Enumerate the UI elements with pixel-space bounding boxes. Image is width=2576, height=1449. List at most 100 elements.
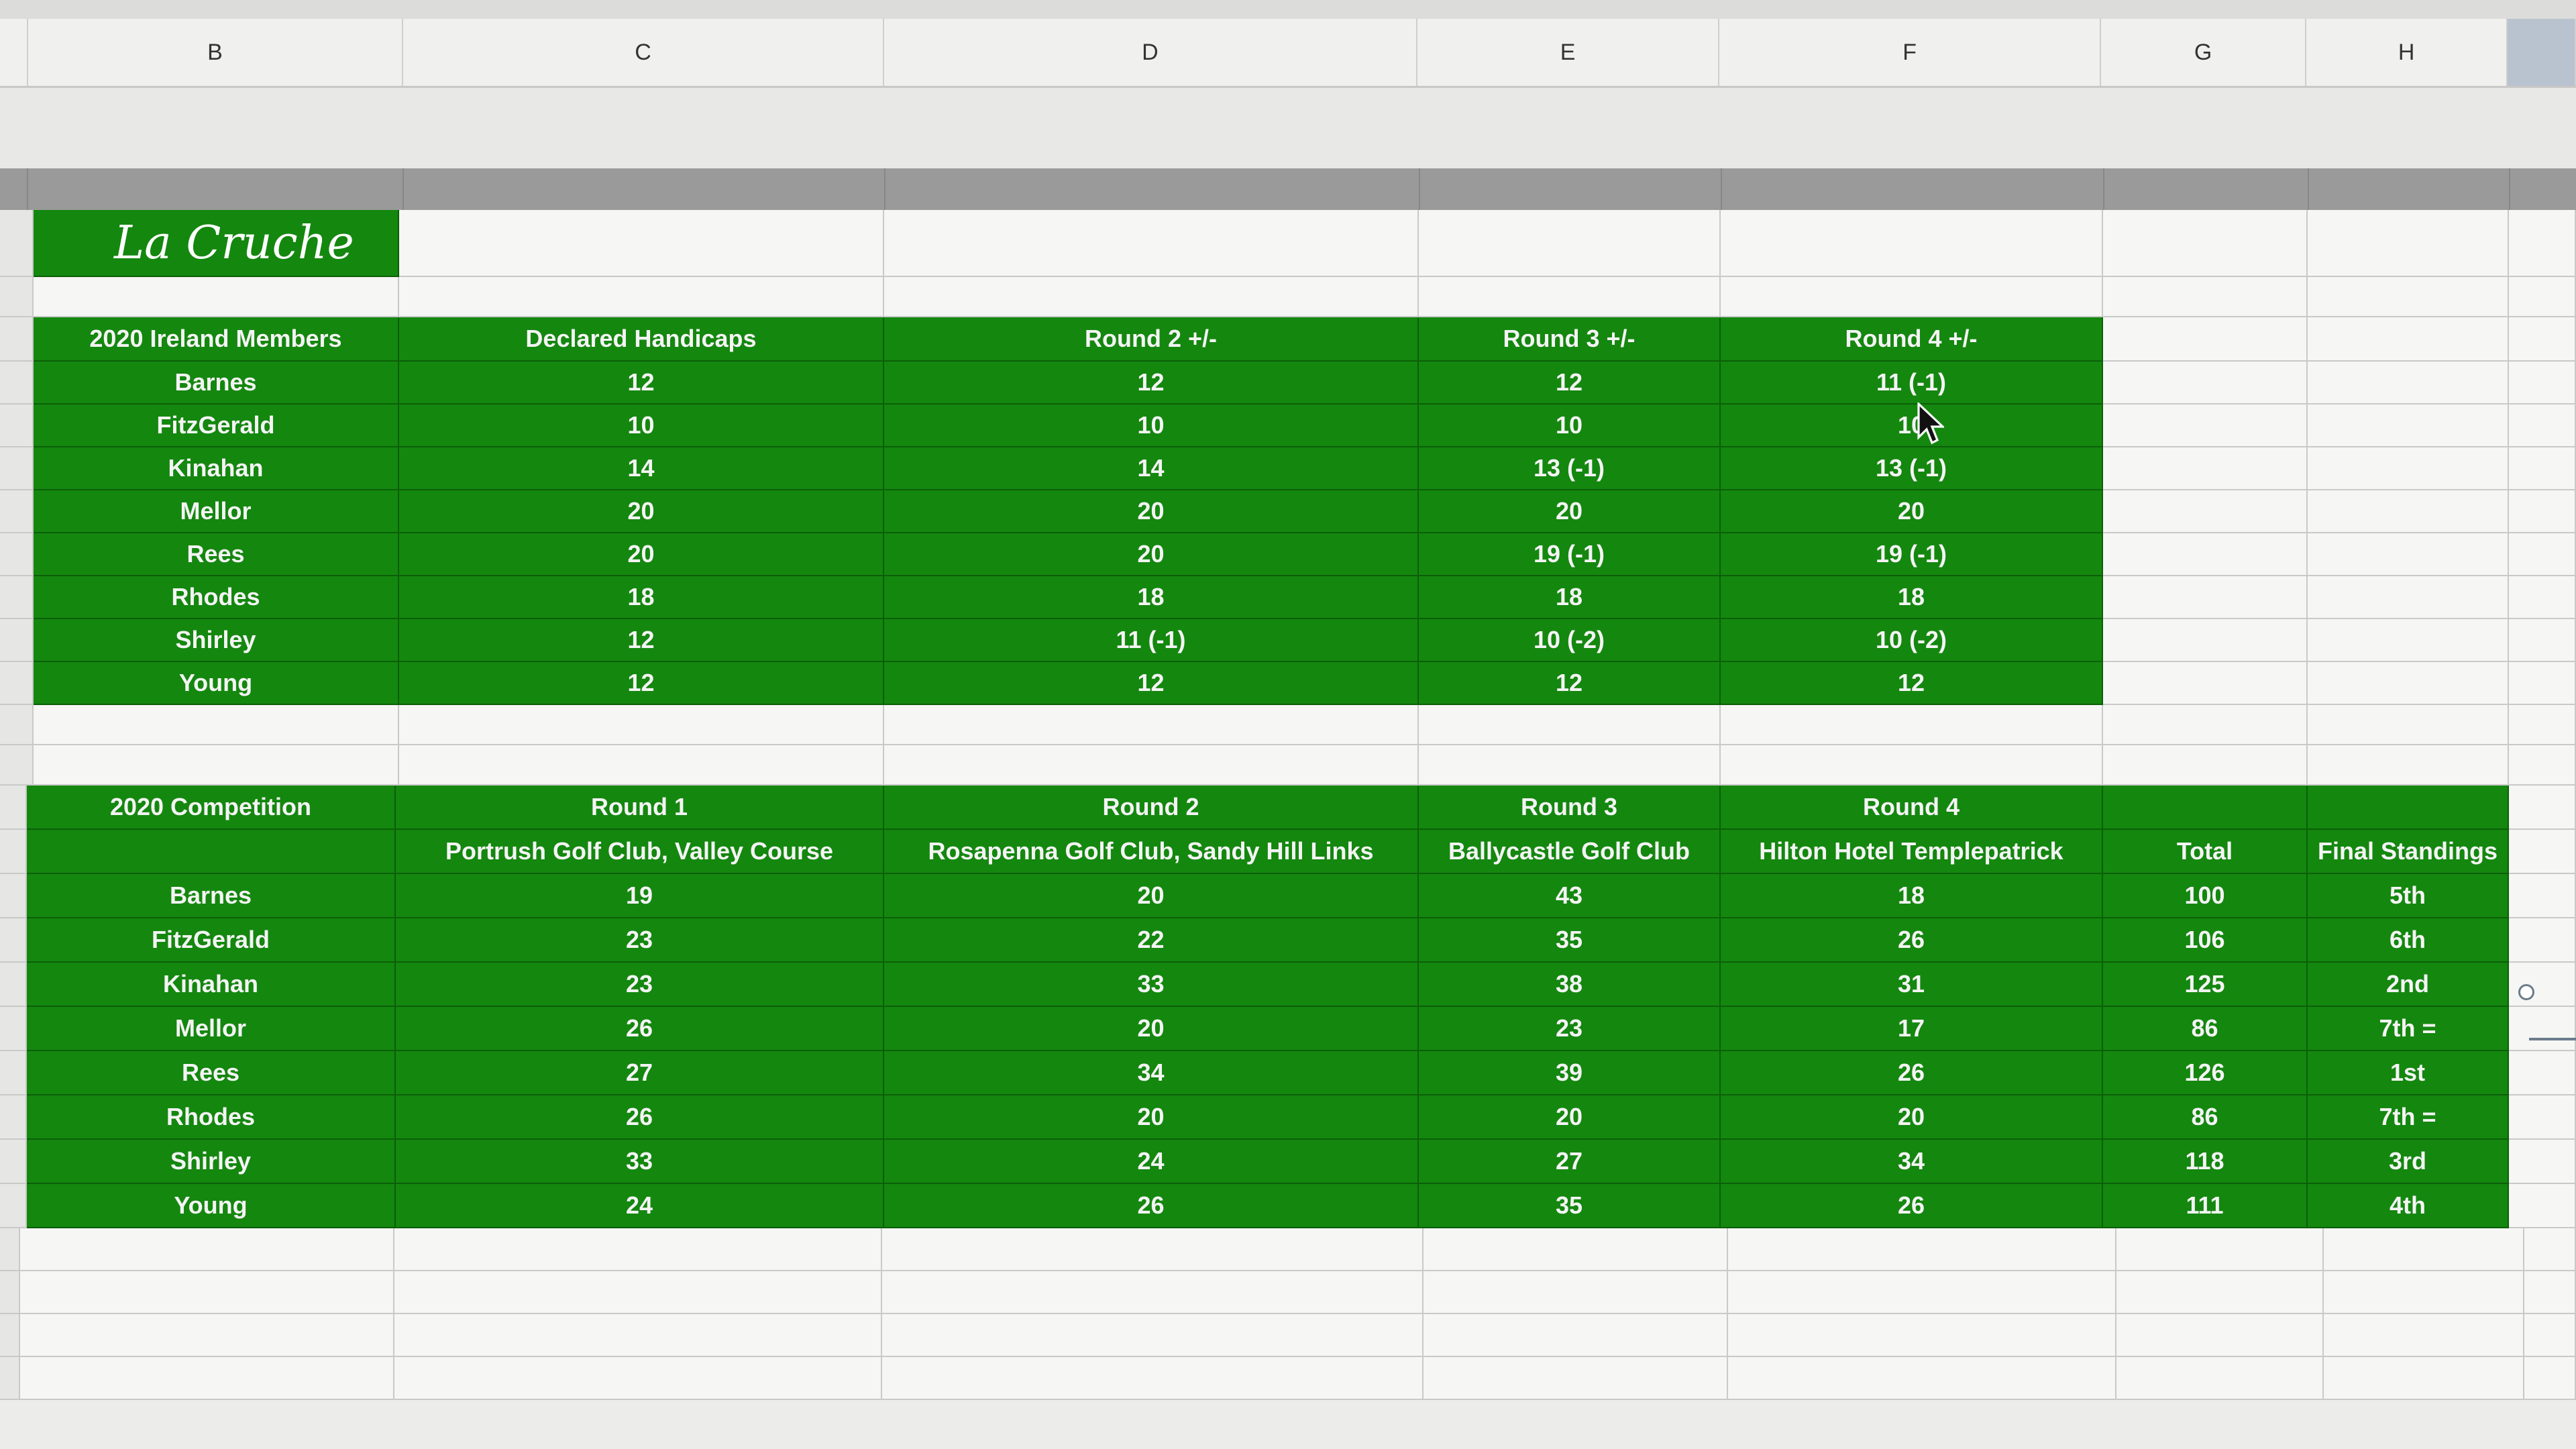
score-cell[interactable]: 26 bbox=[884, 1184, 1419, 1228]
cell[interactable] bbox=[2308, 705, 2509, 745]
handicap-cell[interactable]: 18 bbox=[399, 576, 884, 619]
cell[interactable] bbox=[0, 447, 34, 490]
standing-cell[interactable]: 2nd bbox=[2308, 963, 2509, 1007]
player-name[interactable]: Shirley bbox=[27, 1140, 396, 1184]
handicap-cell[interactable]: 12 bbox=[1721, 662, 2103, 705]
score-cell[interactable]: 20 bbox=[1419, 1095, 1721, 1140]
score-cell[interactable]: 27 bbox=[1419, 1140, 1721, 1184]
cell[interactable] bbox=[34, 745, 399, 786]
player-name[interactable]: Kinahan bbox=[27, 963, 396, 1007]
score-cell[interactable]: 38 bbox=[1419, 963, 1721, 1007]
score-cell[interactable]: 24 bbox=[884, 1140, 1419, 1184]
handicap-cell[interactable]: 12 bbox=[884, 662, 1419, 705]
column-header-g[interactable]: G bbox=[2101, 19, 2306, 86]
column-header-a[interactable] bbox=[0, 19, 28, 86]
cell[interactable] bbox=[2308, 576, 2509, 619]
cell[interactable] bbox=[2308, 745, 2509, 786]
cell[interactable] bbox=[0, 705, 34, 745]
cell[interactable] bbox=[2103, 317, 2308, 362]
venue-round-4[interactable]: Hilton Hotel Templepatrick bbox=[1721, 830, 2103, 874]
score-cell[interactable]: 26 bbox=[1721, 918, 2103, 963]
cell[interactable] bbox=[2509, 745, 2576, 786]
player-name[interactable]: Rhodes bbox=[27, 1095, 396, 1140]
cell[interactable] bbox=[881, 1357, 1424, 1400]
cell[interactable] bbox=[2308, 277, 2509, 317]
cell[interactable] bbox=[2103, 490, 2308, 533]
total-header-top[interactable] bbox=[2103, 786, 2308, 830]
cell[interactable] bbox=[0, 874, 27, 918]
handicap-cell[interactable]: 19 (-1) bbox=[1721, 533, 2103, 576]
cell[interactable] bbox=[0, 533, 34, 576]
cell[interactable] bbox=[2103, 533, 2308, 576]
handicap-cell[interactable]: 10 bbox=[884, 405, 1419, 447]
cell[interactable] bbox=[1728, 1357, 2116, 1400]
handicap-cell[interactable]: 12 bbox=[1419, 662, 1721, 705]
cell[interactable] bbox=[2509, 786, 2576, 830]
cell[interactable] bbox=[2509, 874, 2576, 918]
cell[interactable] bbox=[34, 705, 399, 745]
handicap-cell[interactable]: 20 bbox=[399, 490, 884, 533]
cell[interactable] bbox=[2524, 1271, 2576, 1314]
member-name[interactable]: Kinahan bbox=[34, 447, 399, 490]
cell[interactable] bbox=[1721, 210, 2103, 277]
player-name[interactable]: Young bbox=[27, 1184, 396, 1228]
cell[interactable] bbox=[2509, 662, 2576, 705]
cell[interactable] bbox=[2509, 210, 2576, 277]
score-cell[interactable]: 23 bbox=[396, 963, 884, 1007]
cell[interactable] bbox=[0, 918, 27, 963]
score-cell[interactable]: 26 bbox=[396, 1095, 884, 1140]
cell[interactable] bbox=[2103, 576, 2308, 619]
score-cell[interactable]: 34 bbox=[884, 1051, 1419, 1095]
total-cell[interactable]: 126 bbox=[2103, 1051, 2308, 1095]
score-cell[interactable]: 20 bbox=[884, 1007, 1419, 1051]
handicap-cell[interactable]: 10 bbox=[399, 405, 884, 447]
handicap-cell[interactable]: 13 (-1) bbox=[1419, 447, 1721, 490]
member-name[interactable]: Rees bbox=[34, 533, 399, 576]
cell[interactable] bbox=[0, 786, 27, 830]
cell[interactable] bbox=[2103, 745, 2308, 786]
cell[interactable] bbox=[0, 1007, 27, 1051]
total-header[interactable]: Total bbox=[2103, 830, 2308, 874]
handicap-cell[interactable]: 18 bbox=[1419, 576, 1721, 619]
cell[interactable] bbox=[0, 1314, 20, 1357]
cell[interactable] bbox=[2103, 662, 2308, 705]
score-cell[interactable]: 26 bbox=[1721, 1051, 2103, 1095]
handicap-cell[interactable]: 11 (-1) bbox=[884, 619, 1419, 662]
handicap-cell[interactable]: 12 bbox=[1419, 362, 1721, 405]
score-cell[interactable]: 20 bbox=[1721, 1095, 2103, 1140]
cell[interactable] bbox=[2103, 705, 2308, 745]
cell[interactable] bbox=[399, 745, 884, 786]
cell[interactable] bbox=[0, 490, 34, 533]
handicap-header-round3[interactable]: Round 3 +/- bbox=[1419, 317, 1721, 362]
cell[interactable] bbox=[2116, 1314, 2324, 1357]
cell[interactable] bbox=[2524, 1228, 2576, 1271]
cell[interactable] bbox=[0, 210, 34, 277]
cell[interactable] bbox=[2103, 619, 2308, 662]
cell[interactable] bbox=[2509, 705, 2576, 745]
cell[interactable] bbox=[2323, 1357, 2525, 1400]
handicap-cell[interactable]: 20 bbox=[399, 533, 884, 576]
handicap-header-round2[interactable]: Round 2 +/- bbox=[884, 317, 1419, 362]
standings-header-top[interactable] bbox=[2308, 786, 2509, 830]
score-cell[interactable]: 20 bbox=[884, 1095, 1419, 1140]
cell[interactable] bbox=[19, 1314, 395, 1357]
cell[interactable] bbox=[2308, 405, 2509, 447]
final-standings-header[interactable]: Final Standings bbox=[2308, 830, 2509, 874]
cell[interactable] bbox=[884, 210, 1419, 277]
cell[interactable] bbox=[2103, 447, 2308, 490]
cell[interactable] bbox=[2308, 490, 2509, 533]
member-name[interactable]: Barnes bbox=[34, 362, 399, 405]
score-cell[interactable]: 27 bbox=[396, 1051, 884, 1095]
handicap-cell[interactable]: 12 bbox=[399, 619, 884, 662]
round-2-header[interactable]: Round 2 bbox=[884, 786, 1419, 830]
score-cell[interactable]: 35 bbox=[1419, 918, 1721, 963]
cell[interactable] bbox=[2509, 1095, 2576, 1140]
handicap-cell[interactable]: 10 bbox=[1419, 405, 1721, 447]
standing-cell[interactable]: 7th = bbox=[2308, 1095, 2509, 1140]
cell[interactable] bbox=[0, 1357, 20, 1400]
cell[interactable] bbox=[884, 705, 1419, 745]
score-cell[interactable]: 31 bbox=[1721, 963, 2103, 1007]
cell[interactable] bbox=[2509, 317, 2576, 362]
cell[interactable] bbox=[2509, 1007, 2576, 1051]
total-cell[interactable]: 86 bbox=[2103, 1007, 2308, 1051]
